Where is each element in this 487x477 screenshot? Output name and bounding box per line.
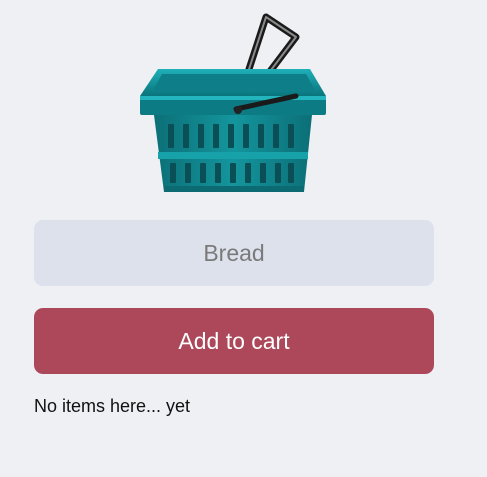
add-to-cart-button[interactable]: Add to cart	[34, 308, 434, 374]
shopping-basket-icon	[140, 13, 326, 192]
app-container: Add to cart No items here... yet	[0, 0, 487, 477]
item-name-input[interactable]	[34, 220, 434, 286]
empty-cart-message: No items here... yet	[34, 396, 191, 416]
